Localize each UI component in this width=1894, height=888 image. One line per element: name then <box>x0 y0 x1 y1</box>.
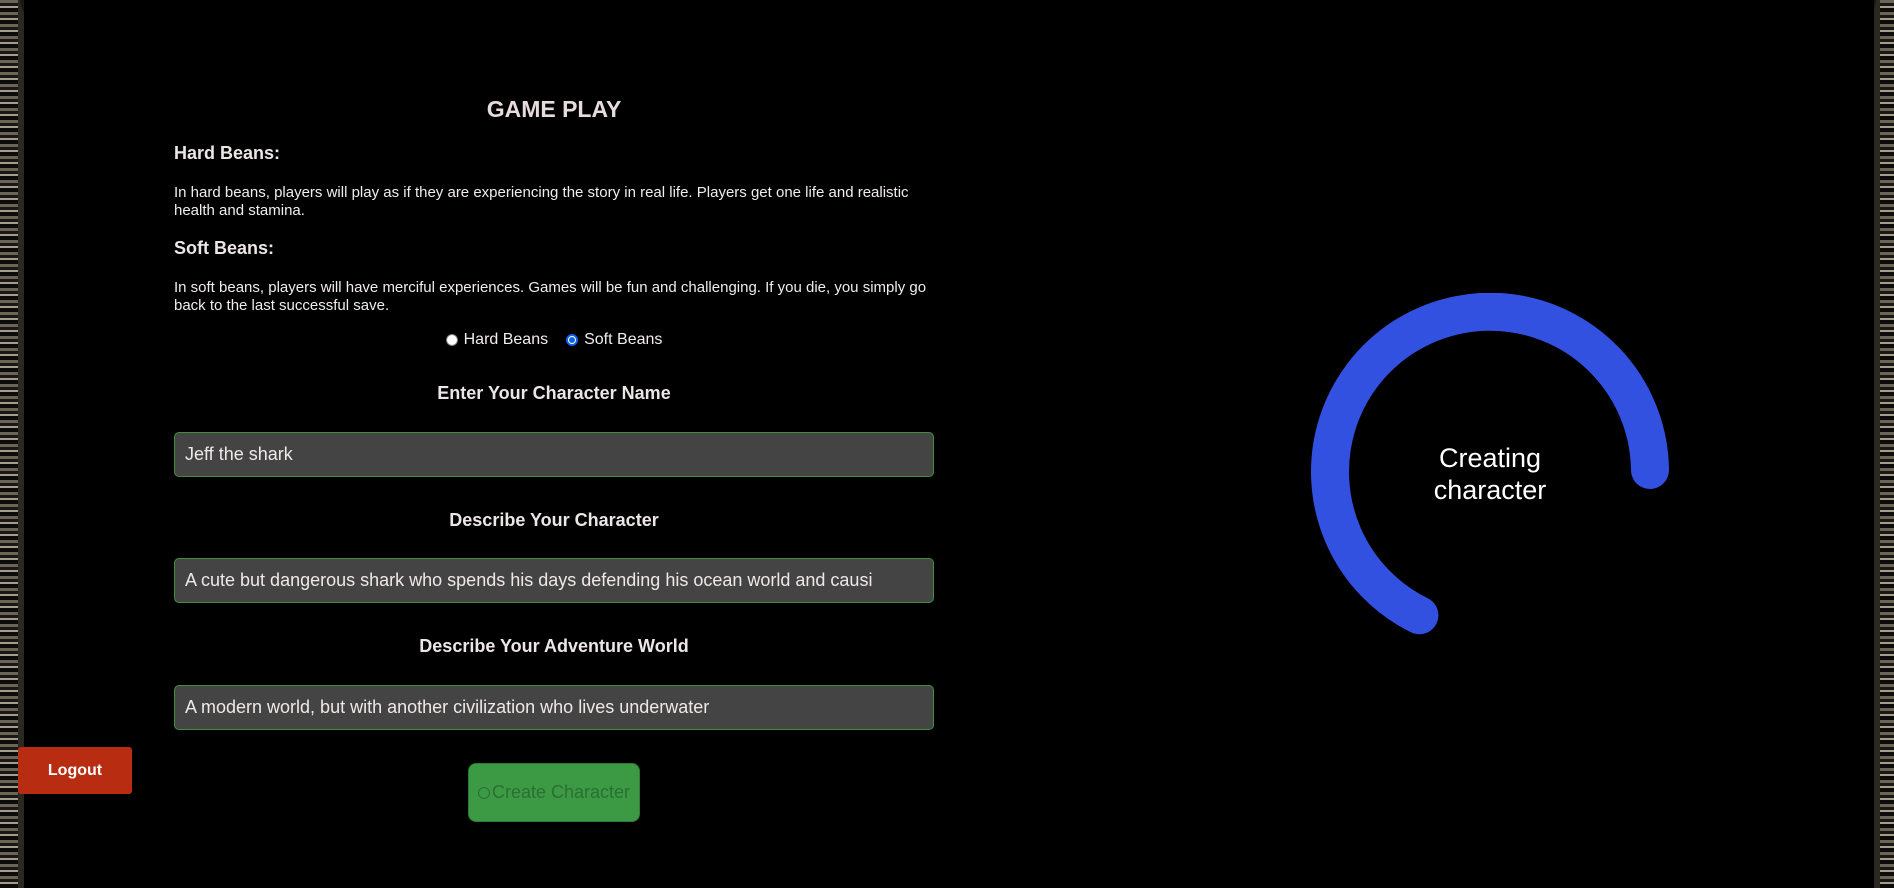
adventure-world-label: Describe Your Adventure World <box>419 636 689 656</box>
hard-beans-option[interactable]: Hard Beans <box>445 331 549 349</box>
loading-status-line-1: Creating <box>1438 443 1542 473</box>
hard-beans-radio-label: Hard Beans <box>463 331 549 348</box>
soft-beans-radio[interactable] <box>566 334 579 346</box>
soft-beans-description: In soft beans, players will have mercifu… <box>174 279 927 314</box>
loading-status-line-2: character <box>1433 475 1547 505</box>
right-ornate-border <box>1874 0 1894 888</box>
character-name-label: Enter Your Character Name <box>437 383 671 403</box>
soft-beans-option[interactable]: Soft Beans <box>566 331 662 349</box>
hard-beans-radio[interactable] <box>445 334 458 346</box>
logout-button[interactable]: Logout <box>18 747 132 794</box>
character-description-label: Describe Your Character <box>449 510 659 530</box>
character-description-input[interactable]: A cute but dangerous shark who spends hi… <box>174 558 934 603</box>
hard-beans-heading: Hard Beans: <box>174 143 281 163</box>
character-name-input[interactable]: Jeff the shark <box>174 432 934 477</box>
create-character-button[interactable]: Create Character <box>468 763 640 822</box>
difficulty-radio-group: Hard Beans Soft Beans <box>174 331 934 349</box>
soft-beans-radio-label: Soft Beans <box>584 331 663 348</box>
page-title: GAME PLAY <box>486 96 622 122</box>
hard-beans-description: In hard beans, players will play as if t… <box>174 184 909 219</box>
create-character-button-label: Create Character <box>491 782 631 802</box>
adventure-world-input[interactable]: A modern world, but with another civiliz… <box>174 685 934 730</box>
loading-spinner-icon <box>477 786 490 799</box>
soft-beans-heading: Soft Beans: <box>174 238 275 258</box>
loading-status-text: Creating character <box>1390 442 1590 506</box>
